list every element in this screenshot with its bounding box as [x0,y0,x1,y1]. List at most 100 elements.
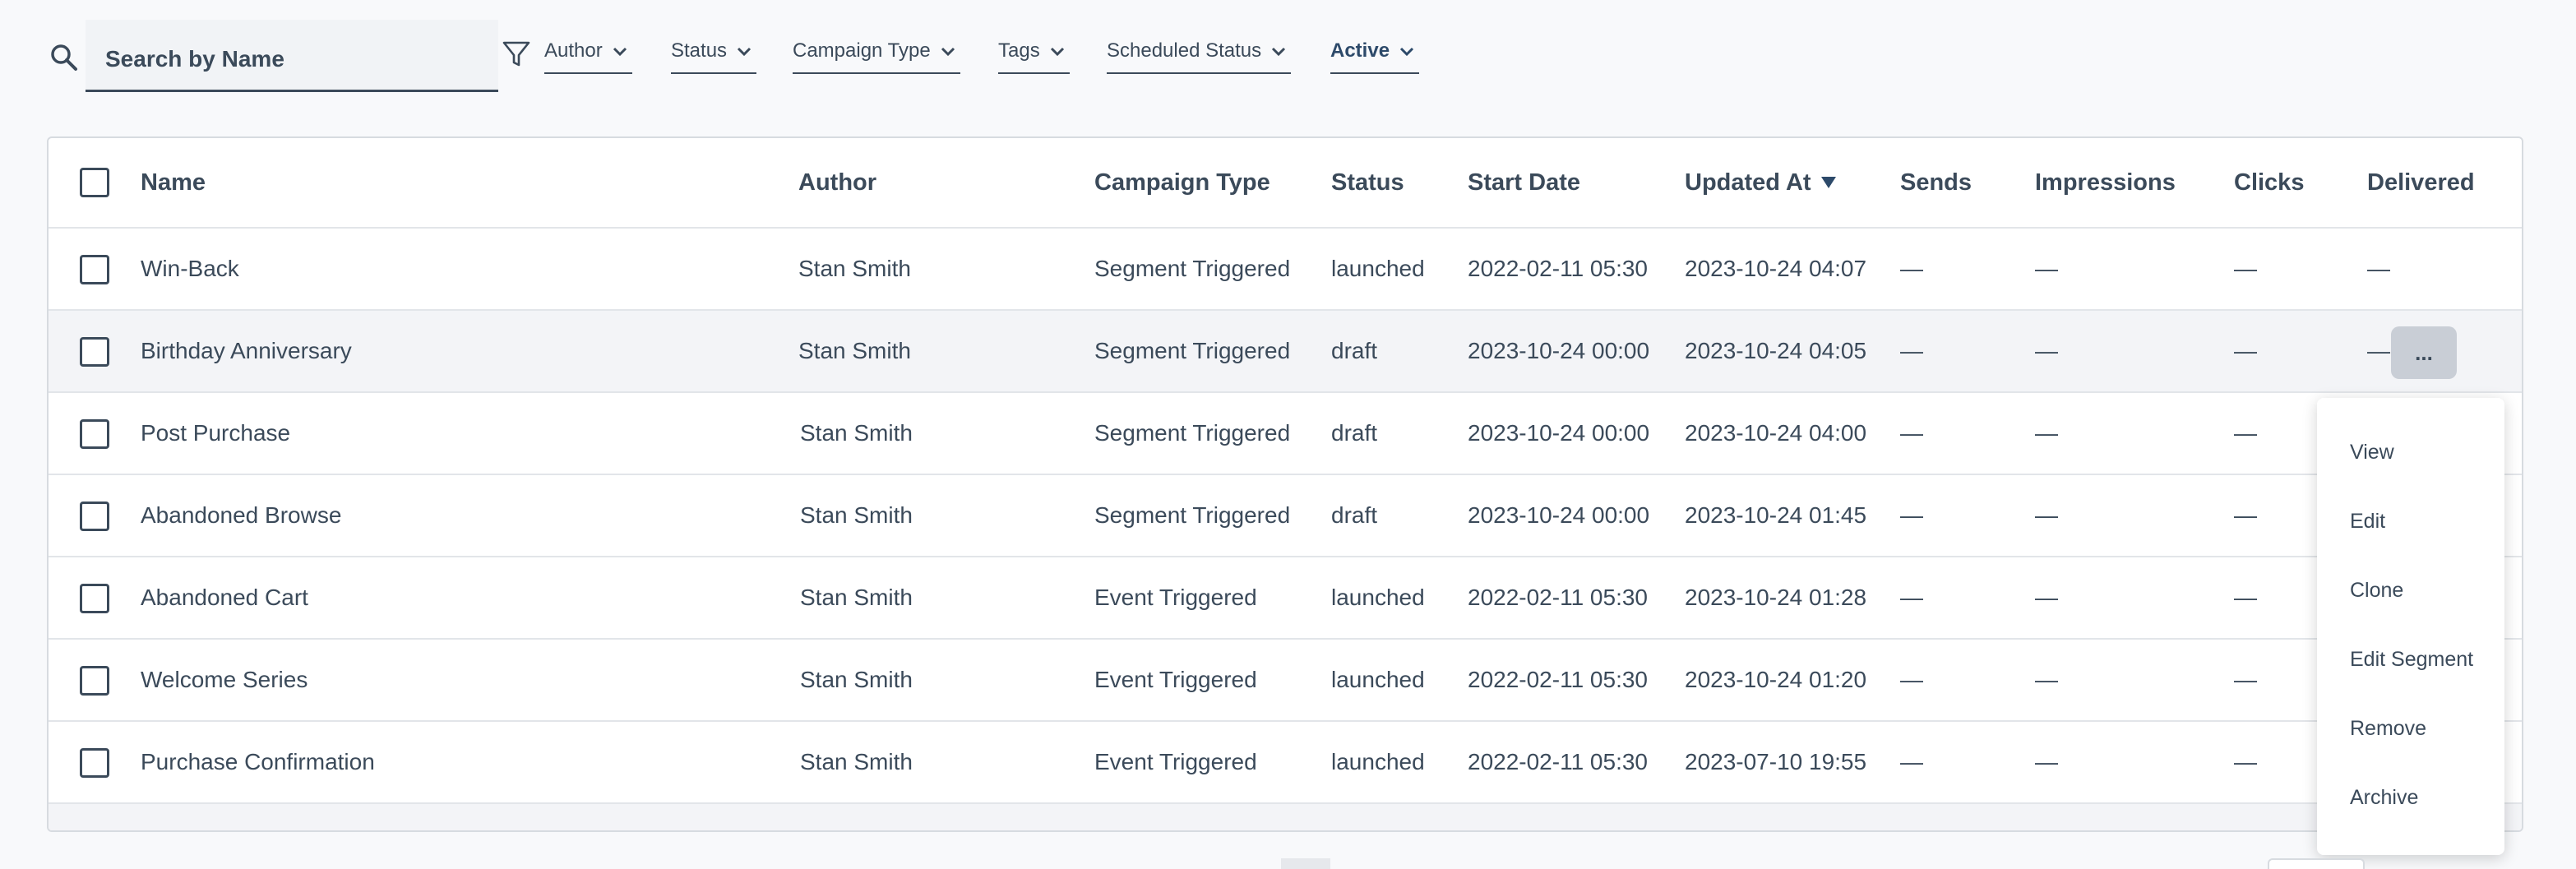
campaign-type-cell: Segment Triggered [1094,256,1291,281]
start-date-cell: 2023-10-24 00:00 [1468,420,1650,446]
row-checkbox[interactable] [80,502,109,531]
filter-label: Author [544,39,603,62]
impressions-cell: — [2035,667,2058,692]
column-header-author[interactable]: Author [798,138,876,227]
table-row[interactable]: Win-Back Stan Smith Segment Triggered la… [49,229,2522,311]
menu-item-edit-segment[interactable]: Edit Segment [2350,648,2473,672]
campaign-type-cell: Segment Triggered [1094,338,1291,363]
row-checkbox[interactable] [80,255,109,284]
campaign-name[interactable]: Post Purchase [141,393,290,474]
table-row[interactable]: Abandoned Browse Stan Smith Segment Trig… [49,475,2522,557]
menu-item-view[interactable]: View [2350,441,2394,465]
start-date-cell: 2023-10-24 00:00 [1468,338,1650,363]
clicks-cell: — [2234,256,2257,281]
column-header-sends[interactable]: Sends [1900,138,1972,227]
sends-cell: — [1900,256,1923,281]
campaign-name[interactable]: Welcome Series [141,640,308,720]
column-header-campaign-type[interactable]: Campaign Type [1094,138,1270,227]
delivered-cell: — [2367,256,2390,281]
filter-bar: Author Status Campaign Type Tags Schedul… [0,0,2576,115]
filter-icon [502,41,530,67]
menu-item-remove[interactable]: Remove [2350,717,2426,741]
sends-cell: — [1900,338,1923,363]
campaign-name[interactable]: Birthday Anniversary [141,311,352,391]
start-date-cell: 2023-10-24 00:00 [1468,502,1650,528]
table-row[interactable]: Purchase Confirmation Stan Smith Event T… [49,722,2522,804]
author-cell: Stan Smith [800,749,913,774]
author-cell: Stan Smith [800,502,913,528]
filter-label: Scheduled Status [1107,39,1262,62]
clicks-cell: — [2234,667,2257,692]
delivered-cell: — [2367,338,2390,363]
sends-cell: — [1900,749,1923,774]
page-size-select[interactable] [2268,858,2365,869]
impressions-cell: — [2035,749,2058,774]
status-cell: draft [1331,338,1378,363]
column-header-status[interactable]: Status [1331,138,1404,227]
start-date-cell: 2022-02-11 05:30 [1468,749,1648,774]
updated-at-cell: 2023-10-24 04:05 [1685,338,1867,363]
author-cell: Stan Smith [798,338,911,363]
filter-campaign-type[interactable]: Campaign Type [793,39,960,74]
table-row[interactable]: Post Purchase Stan Smith Segment Trigger… [49,393,2522,475]
impressions-cell: — [2035,420,2058,446]
row-checkbox[interactable] [80,748,109,778]
filter-scheduled-status[interactable]: Scheduled Status [1107,39,1292,74]
status-cell: launched [1331,667,1425,692]
impressions-cell: — [2035,256,2058,281]
filter-status[interactable]: Status [671,39,757,74]
table-row-partial [49,804,2522,830]
menu-item-archive[interactable]: Archive [2350,786,2418,810]
column-header-updated-at[interactable]: Updated At [1685,138,1838,227]
campaign-type-cell: Event Triggered [1094,585,1257,610]
row-actions-button[interactable]: ... [2391,326,2457,379]
author-cell: Stan Smith [800,420,913,446]
row-actions-menu: View Edit Clone Edit Segment Remove Arch… [2317,398,2504,855]
column-header-clicks[interactable]: Clicks [2234,138,2304,227]
select-all-checkbox[interactable] [80,168,109,197]
filter-label: Campaign Type [793,39,931,62]
chevron-down-icon [1272,47,1286,57]
row-checkbox[interactable] [80,584,109,613]
pagination-page[interactable] [1281,858,1330,869]
sends-cell: — [1900,420,1923,446]
campaign-type-cell: Segment Triggered [1094,502,1291,528]
row-checkbox[interactable] [80,337,109,367]
menu-item-edit[interactable]: Edit [2350,510,2385,534]
updated-at-cell: 2023-10-24 01:45 [1685,502,1867,528]
status-cell: draft [1331,420,1378,446]
campaign-name[interactable]: Abandoned Browse [141,475,341,556]
table-header: Name Author Campaign Type Status Start D… [49,138,2522,229]
filter-label: Tags [998,39,1040,62]
updated-at-cell: 2023-10-24 04:00 [1685,420,1867,446]
campaigns-table: Name Author Campaign Type Status Start D… [47,136,2523,832]
table-row[interactable]: Welcome Series Stan Smith Event Triggere… [49,640,2522,722]
column-header-delivered[interactable]: Delivered [2367,138,2475,227]
updated-at-cell: 2023-10-24 04:07 [1685,256,1867,281]
campaign-name[interactable]: Abandoned Cart [141,557,308,638]
filter-active[interactable]: Active [1330,39,1420,74]
column-header-start-date[interactable]: Start Date [1468,138,1580,227]
filter-tags[interactable]: Tags [998,39,1070,74]
sort-descending-icon [1820,177,1836,188]
updated-at-cell: 2023-10-24 01:20 [1685,667,1867,692]
impressions-cell: — [2035,585,2058,610]
menu-item-clone[interactable]: Clone [2350,579,2403,603]
clicks-cell: — [2234,749,2257,774]
column-header-impressions[interactable]: Impressions [2035,138,2176,227]
campaign-name[interactable]: Win-Back [141,229,239,309]
status-cell: draft [1331,502,1378,528]
author-cell: Stan Smith [800,667,913,692]
chevron-down-icon [613,47,627,57]
campaign-name[interactable]: Purchase Confirmation [141,722,375,802]
search-input[interactable] [86,20,498,90]
filter-label: Active [1330,39,1390,62]
row-checkbox[interactable] [80,666,109,696]
filter-author[interactable]: Author [544,39,632,74]
table-row[interactable]: Birthday Anniversary Stan Smith Segment … [49,311,2522,393]
column-header-name[interactable]: Name [141,138,206,227]
row-checkbox[interactable] [80,419,109,449]
table-row[interactable]: Abandoned Cart Stan Smith Event Triggere… [49,557,2522,640]
updated-at-cell: 2023-10-24 01:28 [1685,585,1867,610]
search-icon[interactable] [48,41,81,74]
